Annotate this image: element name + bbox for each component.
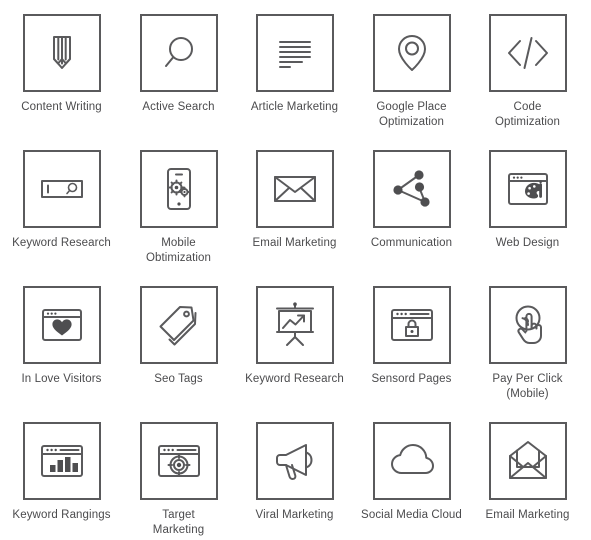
price-tags-icon xyxy=(159,306,196,346)
cloud-icon xyxy=(390,444,434,474)
browser-target-icon xyxy=(157,445,200,477)
icon-card[interactable]: Seo Tags xyxy=(120,286,237,387)
magnifier-icon xyxy=(164,37,193,67)
icon-tile[interactable] xyxy=(22,150,101,228)
icon-label: Code Optimization xyxy=(494,101,561,128)
icon-card[interactable]: Active Search xyxy=(120,14,237,115)
icon-label: Content Writing xyxy=(21,101,102,113)
icon-card[interactable]: In Love Visitors xyxy=(3,286,120,387)
browser-palette-icon xyxy=(507,173,548,205)
icon-tile[interactable] xyxy=(255,14,334,92)
icon-card[interactable]: Code Optimization xyxy=(469,14,586,130)
icon-tile[interactable] xyxy=(372,150,451,228)
icon-label: Mobile Obtimization xyxy=(145,237,212,264)
icon-label: Email Marketing xyxy=(485,509,570,521)
icon-tile[interactable] xyxy=(22,14,101,92)
icon-card[interactable]: Content Writing xyxy=(3,14,120,115)
presentation-chart-icon xyxy=(275,302,314,346)
search-field-icon xyxy=(40,180,83,198)
icon-tile[interactable] xyxy=(372,422,451,500)
icon-card[interactable]: Email Marketing xyxy=(236,150,353,251)
pencil-icon xyxy=(52,36,71,69)
icon-tile[interactable] xyxy=(488,14,567,92)
icon-card[interactable]: Viral Marketing xyxy=(236,422,353,523)
icon-tile[interactable] xyxy=(488,286,567,364)
icon-card[interactable]: Email Marketing xyxy=(469,422,586,523)
browser-heart-icon xyxy=(41,309,82,341)
megaphone-icon xyxy=(275,444,312,480)
icon-card[interactable]: Social Media Cloud xyxy=(353,422,470,523)
icon-tile[interactable] xyxy=(255,150,334,228)
icon-label: Web Design xyxy=(495,237,560,249)
icon-tile[interactable] xyxy=(372,286,451,364)
icon-tile[interactable] xyxy=(139,150,218,228)
icon-label: Sensord Pages xyxy=(371,373,452,385)
icon-tile[interactable] xyxy=(139,286,218,364)
icon-label: Email Marketing xyxy=(252,237,337,249)
envelope-icon xyxy=(273,176,316,202)
open-envelope-icon xyxy=(508,441,547,479)
network-nodes-icon xyxy=(392,170,430,207)
icon-label: Communication xyxy=(370,237,453,249)
icon-card[interactable]: Web Design xyxy=(469,150,586,251)
icon-label: Keyword Research xyxy=(245,373,344,385)
phone-gears-icon xyxy=(166,168,191,210)
icon-tile[interactable] xyxy=(488,422,567,500)
icon-label: Google Place Optimization xyxy=(376,101,447,128)
icon-card[interactable]: Google Place Optimization xyxy=(353,14,470,130)
icon-card[interactable]: Target Marketing xyxy=(120,422,237,538)
icon-tile[interactable] xyxy=(255,422,334,500)
icon-label: Article Marketing xyxy=(250,101,339,113)
icon-grid: Content Writing Active Search Article Ma… xyxy=(0,0,591,540)
icon-label: Keyword Research xyxy=(12,237,111,249)
icon-label: Keyword Rangings xyxy=(12,509,111,521)
icon-label: Social Media Cloud xyxy=(361,509,462,521)
tap-hand-icon xyxy=(515,305,542,344)
icon-card[interactable]: Pay Per Click (Mobile) xyxy=(469,286,586,402)
icon-label: Seo Tags xyxy=(154,373,203,385)
icon-tile[interactable] xyxy=(22,286,101,364)
icon-card[interactable]: Communication xyxy=(353,150,470,251)
icon-tile[interactable] xyxy=(139,422,218,500)
icon-tile[interactable] xyxy=(255,286,334,364)
icon-label: Active Search xyxy=(142,101,215,113)
icon-label: In Love Visitors xyxy=(21,373,102,385)
icon-tile[interactable] xyxy=(22,422,101,500)
icon-card[interactable]: Sensord Pages xyxy=(353,286,470,387)
icon-label: Pay Per Click (Mobile) xyxy=(492,373,563,400)
browser-lock-icon xyxy=(390,309,433,341)
text-lines-icon xyxy=(278,41,311,68)
map-pin-icon xyxy=(397,35,426,71)
icon-card[interactable]: Keyword Research xyxy=(3,150,120,251)
icon-label: Viral Marketing xyxy=(255,509,334,521)
browser-bar-chart-icon xyxy=(40,445,83,477)
icon-tile[interactable] xyxy=(372,14,451,92)
code-brackets-icon xyxy=(507,37,548,69)
icon-tile[interactable] xyxy=(488,150,567,228)
icon-card[interactable]: Keyword Research xyxy=(236,286,353,387)
icon-card[interactable]: Keyword Rangings xyxy=(3,422,120,523)
icon-label: Target Marketing xyxy=(152,509,205,536)
icon-card[interactable]: Mobile Obtimization xyxy=(120,150,237,266)
icon-card[interactable]: Article Marketing xyxy=(236,14,353,115)
icon-tile[interactable] xyxy=(139,14,218,92)
